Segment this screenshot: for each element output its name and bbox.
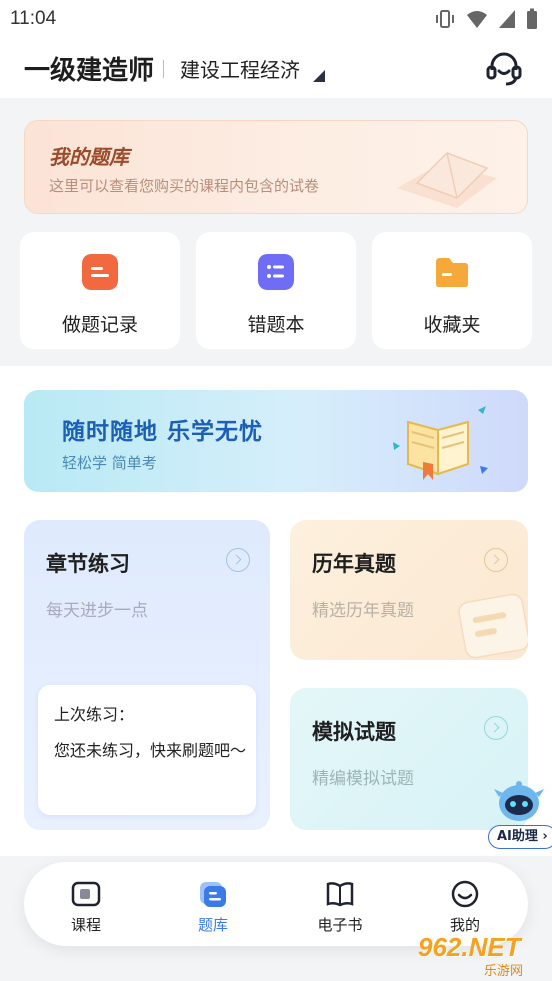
chevron-right-icon <box>484 548 508 572</box>
record-icon <box>82 254 118 290</box>
chapter-card-subtitle: 每天进步一点 <box>46 601 148 621</box>
watermark-number: 962.NET <box>418 932 521 962</box>
promo-banner[interactable]: 随时随地 乐学无忧 轻松学 简单考 <box>24 390 528 492</box>
signal-icon <box>499 10 515 28</box>
folder-icon <box>436 258 468 287</box>
watermark-text: 乐游网 <box>484 964 524 979</box>
status-icons <box>434 8 538 30</box>
app-header: 一级建造师 建设工程经济 <box>0 38 552 98</box>
promo-title: 随时随地 乐学无忧 <box>62 419 264 445</box>
open-book-icon <box>393 406 488 480</box>
chevron-right-icon <box>484 716 508 740</box>
document-deco-icon <box>458 593 528 659</box>
tab-question-bank[interactable]: 题库 <box>173 880 253 935</box>
practice-section: 随时随地 乐学无忧 轻松学 简单考 章节练习 每天进步一点 上次练习： 您还未练… <box>0 366 552 856</box>
wifi-icon <box>467 11 487 28</box>
promo-subtitle: 轻松学 简单考 <box>62 454 157 472</box>
question-bank-icon <box>200 882 226 907</box>
past-exams-card[interactable]: 历年真题 精选历年真题 <box>290 520 528 660</box>
robot-mascot-icon <box>494 781 544 821</box>
ai-assistant-label: AI助理 › <box>488 825 552 849</box>
past-card-title: 历年真题 <box>312 552 396 576</box>
tile-practice-record[interactable]: 做题记录 <box>20 232 180 349</box>
tile-label: 做题记录 <box>61 314 138 336</box>
vibrate-icon <box>436 10 454 28</box>
ai-assistant-button[interactable]: AI助理 › <box>484 775 552 855</box>
open-paper-icon <box>397 152 497 208</box>
subject-dropdown-icon[interactable] <box>313 70 325 82</box>
past-card-subtitle: 精选历年真题 <box>312 601 414 621</box>
bank-banner-subtitle: 这里可以查看您购买的课程内包含的试卷 <box>49 177 320 195</box>
mock-card-title: 模拟试题 <box>312 720 396 744</box>
chevron-right-icon <box>226 548 250 572</box>
tile-favorites[interactable]: 收藏夹 <box>372 232 532 349</box>
chapter-card-title: 章节练习 <box>46 552 130 576</box>
subject-selector[interactable]: 建设工程经济 <box>180 54 300 83</box>
page-title: 一级建造师 <box>24 56 155 86</box>
tile-label: 收藏夹 <box>423 314 481 336</box>
last-practice-label: 上次练习： <box>54 705 135 724</box>
my-question-bank-banner[interactable]: 我的题库 这里可以查看您购买的课程内包含的试卷 <box>24 120 528 214</box>
tile-label: 错题本 <box>247 314 305 336</box>
customer-service-icon[interactable] <box>482 46 526 90</box>
tab-ebook[interactable]: 电子书 <box>300 880 380 935</box>
tab-profile[interactable]: 我的 <box>425 880 505 935</box>
battery-icon <box>527 8 537 29</box>
status-time: 11:04 <box>10 8 57 29</box>
tab-course[interactable]: 课程 <box>46 880 126 935</box>
last-practice-box[interactable]: 上次练习： 您还未练习，快来刷题吧～ <box>38 685 256 815</box>
tab-label: 课程 <box>70 916 101 934</box>
profile-icon <box>451 880 479 908</box>
last-practice-desc: 您还未练习，快来刷题吧～ <box>54 741 247 760</box>
tab-label: 题库 <box>197 916 228 934</box>
header-divider <box>163 60 164 78</box>
quick-tiles: 做题记录 错题本 收藏夹 <box>0 222 552 364</box>
status-bar: 11:04 <box>0 0 552 38</box>
course-icon <box>71 881 101 907</box>
tile-wrong-book[interactable]: 错题本 <box>196 232 356 349</box>
wrong-book-icon <box>258 254 294 290</box>
site-watermark: 962.NET 乐游网 <box>414 932 548 979</box>
bank-banner-title: 我的题库 <box>49 145 129 169</box>
ebook-icon <box>326 882 354 907</box>
mock-card-subtitle: 精编模拟试题 <box>312 769 414 789</box>
chapter-practice-card[interactable]: 章节练习 每天进步一点 上次练习： 您还未练习，快来刷题吧～ <box>24 520 270 830</box>
tab-label: 电子书 <box>317 916 363 934</box>
